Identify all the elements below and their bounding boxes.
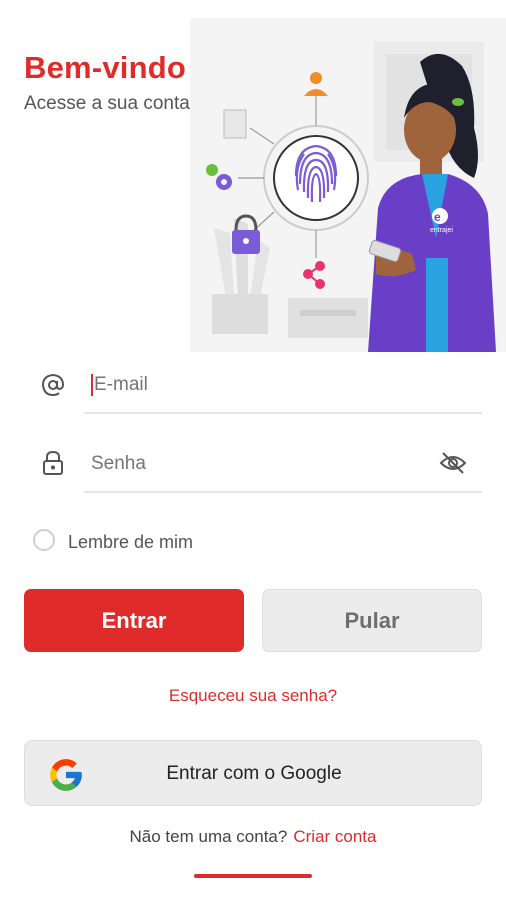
home-indicator <box>194 874 312 878</box>
create-account-link[interactable]: Criar conta <box>293 827 376 846</box>
signup-row: Não tem uma conta? Criar conta <box>0 827 506 847</box>
remember-me-radio[interactable] <box>33 529 55 551</box>
no-account-text: Não tem uma conta? <box>129 827 288 846</box>
svg-text:e: e <box>434 210 441 224</box>
page-title: Bem-vindo <box>24 50 186 85</box>
at-icon <box>38 370 68 400</box>
skip-button[interactable]: Pular <box>262 589 482 652</box>
email-input[interactable] <box>94 371 474 399</box>
hero-illustration: e entrajei <box>190 18 506 352</box>
password-input[interactable] <box>91 450 421 478</box>
forgot-password-link[interactable]: Esqueceu sua senha? <box>0 686 506 706</box>
page-subtitle: Acesse a sua conta <box>24 93 190 114</box>
google-signin-label: Entrar com o Google <box>166 763 342 784</box>
email-underline <box>84 412 482 414</box>
lock-icon <box>38 448 68 478</box>
svg-text:entrajei: entrajei <box>430 227 453 234</box>
login-button[interactable]: Entrar <box>24 589 244 652</box>
remember-me-label[interactable]: Lembre de mim <box>68 532 193 553</box>
google-signin-button[interactable]: Entrar com o Google <box>24 740 482 806</box>
password-underline <box>84 491 482 493</box>
text-caret <box>91 374 93 396</box>
eye-off-icon[interactable] <box>438 448 468 478</box>
